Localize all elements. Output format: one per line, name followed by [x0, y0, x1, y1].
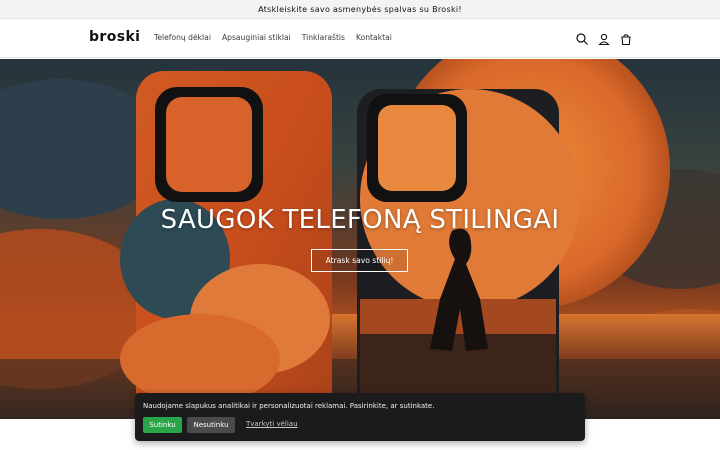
- decline-cookies-button[interactable]: Nesutinku: [187, 417, 235, 433]
- site-header: broski Telefonų dėklai Apsauginiai stikl…: [0, 19, 720, 58]
- nav-item-blog[interactable]: Tinklaraštis: [302, 33, 345, 42]
- accept-cookies-button[interactable]: Sutinku: [143, 417, 182, 433]
- header-icons: [575, 32, 633, 46]
- nav-item-screen-protectors[interactable]: Apsauginiai stiklai: [222, 33, 291, 42]
- hero-title: SAUGOK TELEFONĄ STILINGAI: [160, 205, 560, 235]
- search-icon[interactable]: [575, 32, 589, 46]
- cart-icon[interactable]: [619, 32, 633, 46]
- logo[interactable]: broski: [89, 29, 140, 45]
- nav-item-phone-cases[interactable]: Telefonų dėklai: [154, 33, 211, 42]
- announcement-bar: Atskleiskite savo asmenybės spalvas su B…: [0, 0, 720, 19]
- account-icon[interactable]: [597, 32, 611, 46]
- hero-image: [0, 59, 720, 419]
- manage-cookies-link[interactable]: Tvarkyti vėliau: [246, 420, 298, 428]
- cookie-banner-text: Naudojame slapukus analitikai ir persona…: [143, 402, 435, 410]
- hero-cta-button[interactable]: Atrask savo stilių!: [311, 249, 408, 272]
- announcement-text: Atskleiskite savo asmenybės spalvas su B…: [258, 4, 462, 14]
- cookie-banner: Naudojame slapukus analitikai ir persona…: [135, 393, 585, 441]
- nav-item-contacts[interactable]: Kontaktai: [356, 33, 392, 42]
- main-nav: Telefonų dėklai Apsauginiai stiklai Tink…: [154, 33, 392, 42]
- hero-banner: SAUGOK TELEFONĄ STILINGAI Atrask savo st…: [0, 59, 720, 419]
